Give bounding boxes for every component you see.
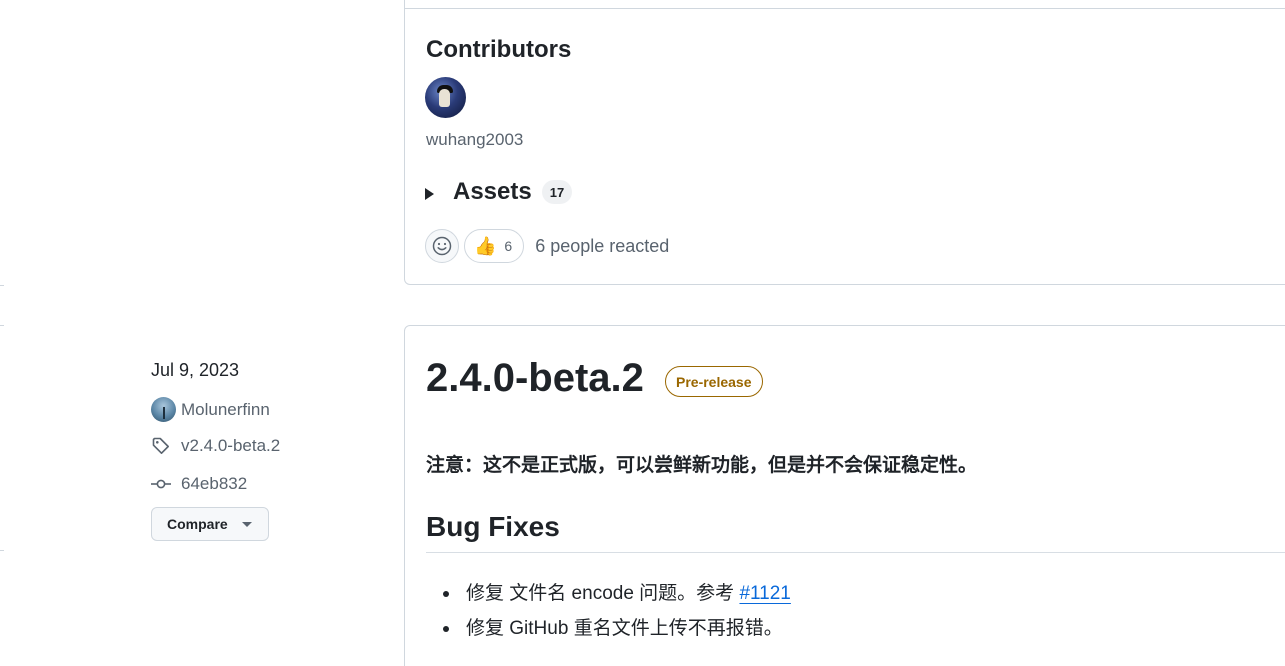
git-commit-icon	[151, 474, 173, 494]
release-commit-link[interactable]: 64eb832	[151, 474, 247, 494]
reactions-summary: 6 people reacted	[535, 235, 670, 256]
tag-name: v2.4.0-beta.2	[181, 436, 281, 455]
compare-label: Compare	[167, 516, 228, 532]
issue-link[interactable]: #1121	[739, 583, 790, 604]
list-item: 修复 GitHub 重名文件上传不再报错。	[426, 611, 791, 646]
release-card: 2.4.0-beta.2 Pre-release 注意：这不是正式版，可以尝鲜新…	[404, 325, 1285, 666]
edge-tick	[0, 325, 4, 326]
bug-fix-text: 修复 GitHub 重名文件上传不再报错。	[466, 618, 783, 639]
smiley-icon	[432, 236, 452, 256]
compare-button[interactable]: Compare	[151, 507, 269, 541]
release-tag-link[interactable]: v2.4.0-beta.2	[151, 436, 280, 456]
edge-tick	[0, 285, 4, 286]
tag-icon	[151, 436, 173, 456]
contributor-avatar[interactable]	[425, 77, 466, 118]
assets-label: Assets	[453, 178, 532, 205]
prerelease-badge: Pre-release	[665, 366, 763, 397]
assets-toggle[interactable]: Assets 17	[425, 178, 573, 206]
thumbs-up-count: 6	[504, 238, 513, 254]
caret-right-icon	[425, 187, 434, 200]
release-notice: 注意：这不是正式版，可以尝鲜新功能，但是并不会保证稳定性。	[426, 455, 978, 476]
bug-fix-text: 修复 文件名 encode 问题。参考	[466, 583, 740, 604]
bug-fixes-list: 修复 文件名 encode 问题。参考 #1121 修复 GitHub 重名文件…	[426, 576, 791, 646]
release-date: Jul 9, 2023	[151, 360, 240, 380]
thumbs-up-reaction-button[interactable]: 👍 6	[464, 229, 525, 263]
bug-fixes-heading: Bug Fixes	[426, 511, 560, 542]
card-divider	[405, 8, 1285, 9]
heading-divider	[426, 552, 1285, 553]
release-title-link[interactable]: 2.4.0-beta.2	[426, 356, 644, 401]
assets-count-badge: 17	[541, 180, 573, 204]
add-reaction-button[interactable]	[425, 229, 459, 263]
contributors-heading: Contributors	[426, 36, 572, 63]
commit-hash: 64eb832	[181, 474, 248, 493]
chevron-down-icon	[241, 521, 252, 527]
release-author-link[interactable]: Molunerfinn	[151, 397, 270, 422]
list-item: 修复 文件名 encode 问题。参考 #1121	[426, 576, 791, 611]
reactions-bar: 👍 6 6 people reacted	[425, 229, 669, 263]
avatar-figure	[439, 89, 450, 107]
author-avatar	[151, 397, 176, 422]
previous-release-card: Contributors wuhang2003 Assets 17 👍 6 6 …	[404, 0, 1285, 285]
edge-tick	[0, 550, 4, 551]
contributor-name-link[interactable]: wuhang2003	[426, 130, 523, 150]
author-name: Molunerfinn	[181, 399, 270, 419]
thumbs-up-icon: 👍	[474, 236, 497, 256]
